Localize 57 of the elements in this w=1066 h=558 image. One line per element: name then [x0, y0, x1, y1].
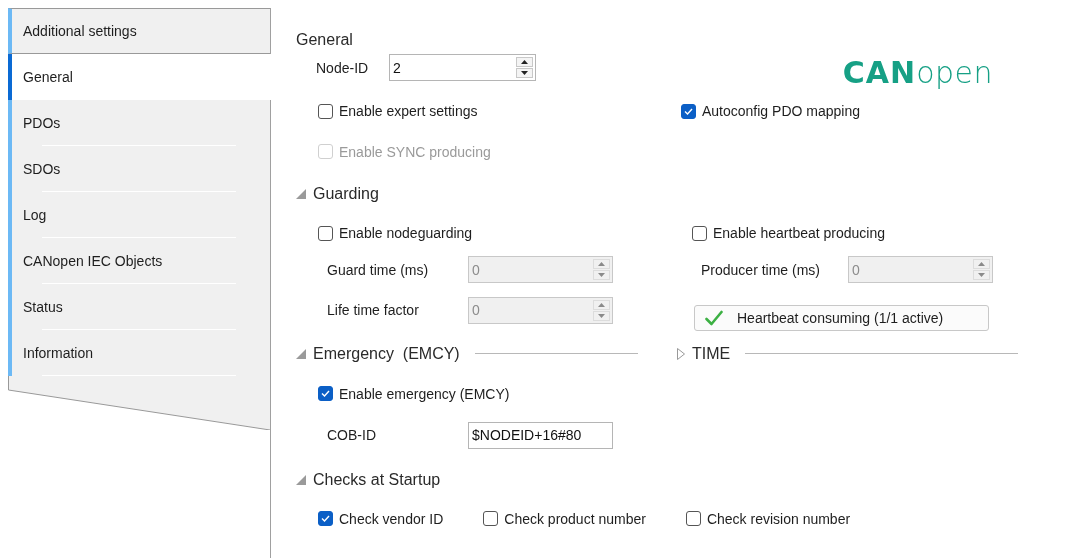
checkbox-label: Enable emergency (EMCY) [339, 385, 510, 402]
checkbox-label: Enable SYNC producing [339, 143, 491, 160]
checkbox[interactable] [318, 225, 333, 241]
field-label: Life time factor [327, 302, 420, 318]
field-label: COB-ID [327, 427, 377, 443]
down-arrow-icon [598, 273, 605, 277]
checkbox[interactable] [318, 511, 333, 526]
sidebar-tab[interactable]: PDOs [8, 100, 270, 146]
down-arrow-icon [521, 71, 528, 75]
check-icon [321, 390, 330, 397]
check-icon [684, 107, 693, 115]
checkbox-label: Check revision number [706, 510, 851, 527]
checkbox-label: Enable expert settings [339, 103, 478, 119]
sidebar-tab[interactable]: General [8, 54, 271, 100]
text-field[interactable]: $NODEID+16#80 [468, 421, 613, 449]
checkbox-label: Check vendor ID [339, 510, 444, 527]
checkbox-label: Enable nodeguarding [339, 225, 473, 241]
logo: CANopen [842, 54, 993, 91]
checkbox-label: Check product number [504, 510, 646, 527]
check-icon [321, 515, 330, 522]
section-title: TIME [692, 344, 731, 363]
collapsed-triangle-icon[interactable] [677, 347, 685, 360]
checkbox[interactable] [692, 225, 707, 241]
check-icon [705, 310, 723, 326]
field-label: Guard time (ms) [327, 261, 430, 278]
section-title: Guarding [313, 184, 379, 203]
sidebar-tab[interactable]: CANopen IEC Objects [8, 238, 270, 284]
section-title: Checks at Startup [313, 470, 441, 489]
expanded-triangle-icon[interactable] [296, 188, 306, 199]
up-arrow-icon [978, 262, 985, 266]
section-title: General [296, 31, 353, 49]
down-arrow-icon [598, 313, 605, 318]
expanded-triangle-icon[interactable] [296, 348, 306, 359]
up-arrow-icon [598, 302, 605, 307]
sidebar-tab[interactable]: SDOs [8, 146, 270, 192]
sidebar-tab[interactable]: Status [8, 284, 270, 330]
checkbox[interactable] [681, 103, 696, 119]
sidebar-tab[interactable]: Log [8, 192, 270, 238]
checkbox[interactable] [483, 511, 499, 526]
heartbeat-consuming-button[interactable]: Heartbeat consuming (1/1 active) [694, 305, 989, 331]
sidebar-tab[interactable]: Information [8, 330, 270, 376]
up-arrow-icon [598, 262, 605, 266]
number-field[interactable]: 2 [389, 54, 536, 81]
checkbox[interactable] [685, 511, 701, 526]
field-label: Node-ID [316, 59, 370, 76]
down-arrow-icon [978, 273, 985, 277]
expanded-triangle-icon[interactable] [296, 474, 306, 485]
checkbox-label: Enable heartbeat producing [713, 225, 886, 241]
spin-down-button[interactable] [516, 68, 533, 78]
section-title: Emergency (EMCY) [313, 344, 460, 363]
field-label: Producer time (ms) [701, 261, 822, 278]
checkbox-label: Autoconfig PDO mapping [702, 103, 860, 119]
sidebar-tab[interactable]: Additional settings [8, 8, 270, 54]
spin-up-button[interactable] [516, 57, 533, 67]
checkbox[interactable] [318, 103, 333, 119]
checkbox[interactable] [318, 386, 333, 401]
up-arrow-icon [521, 60, 528, 64]
